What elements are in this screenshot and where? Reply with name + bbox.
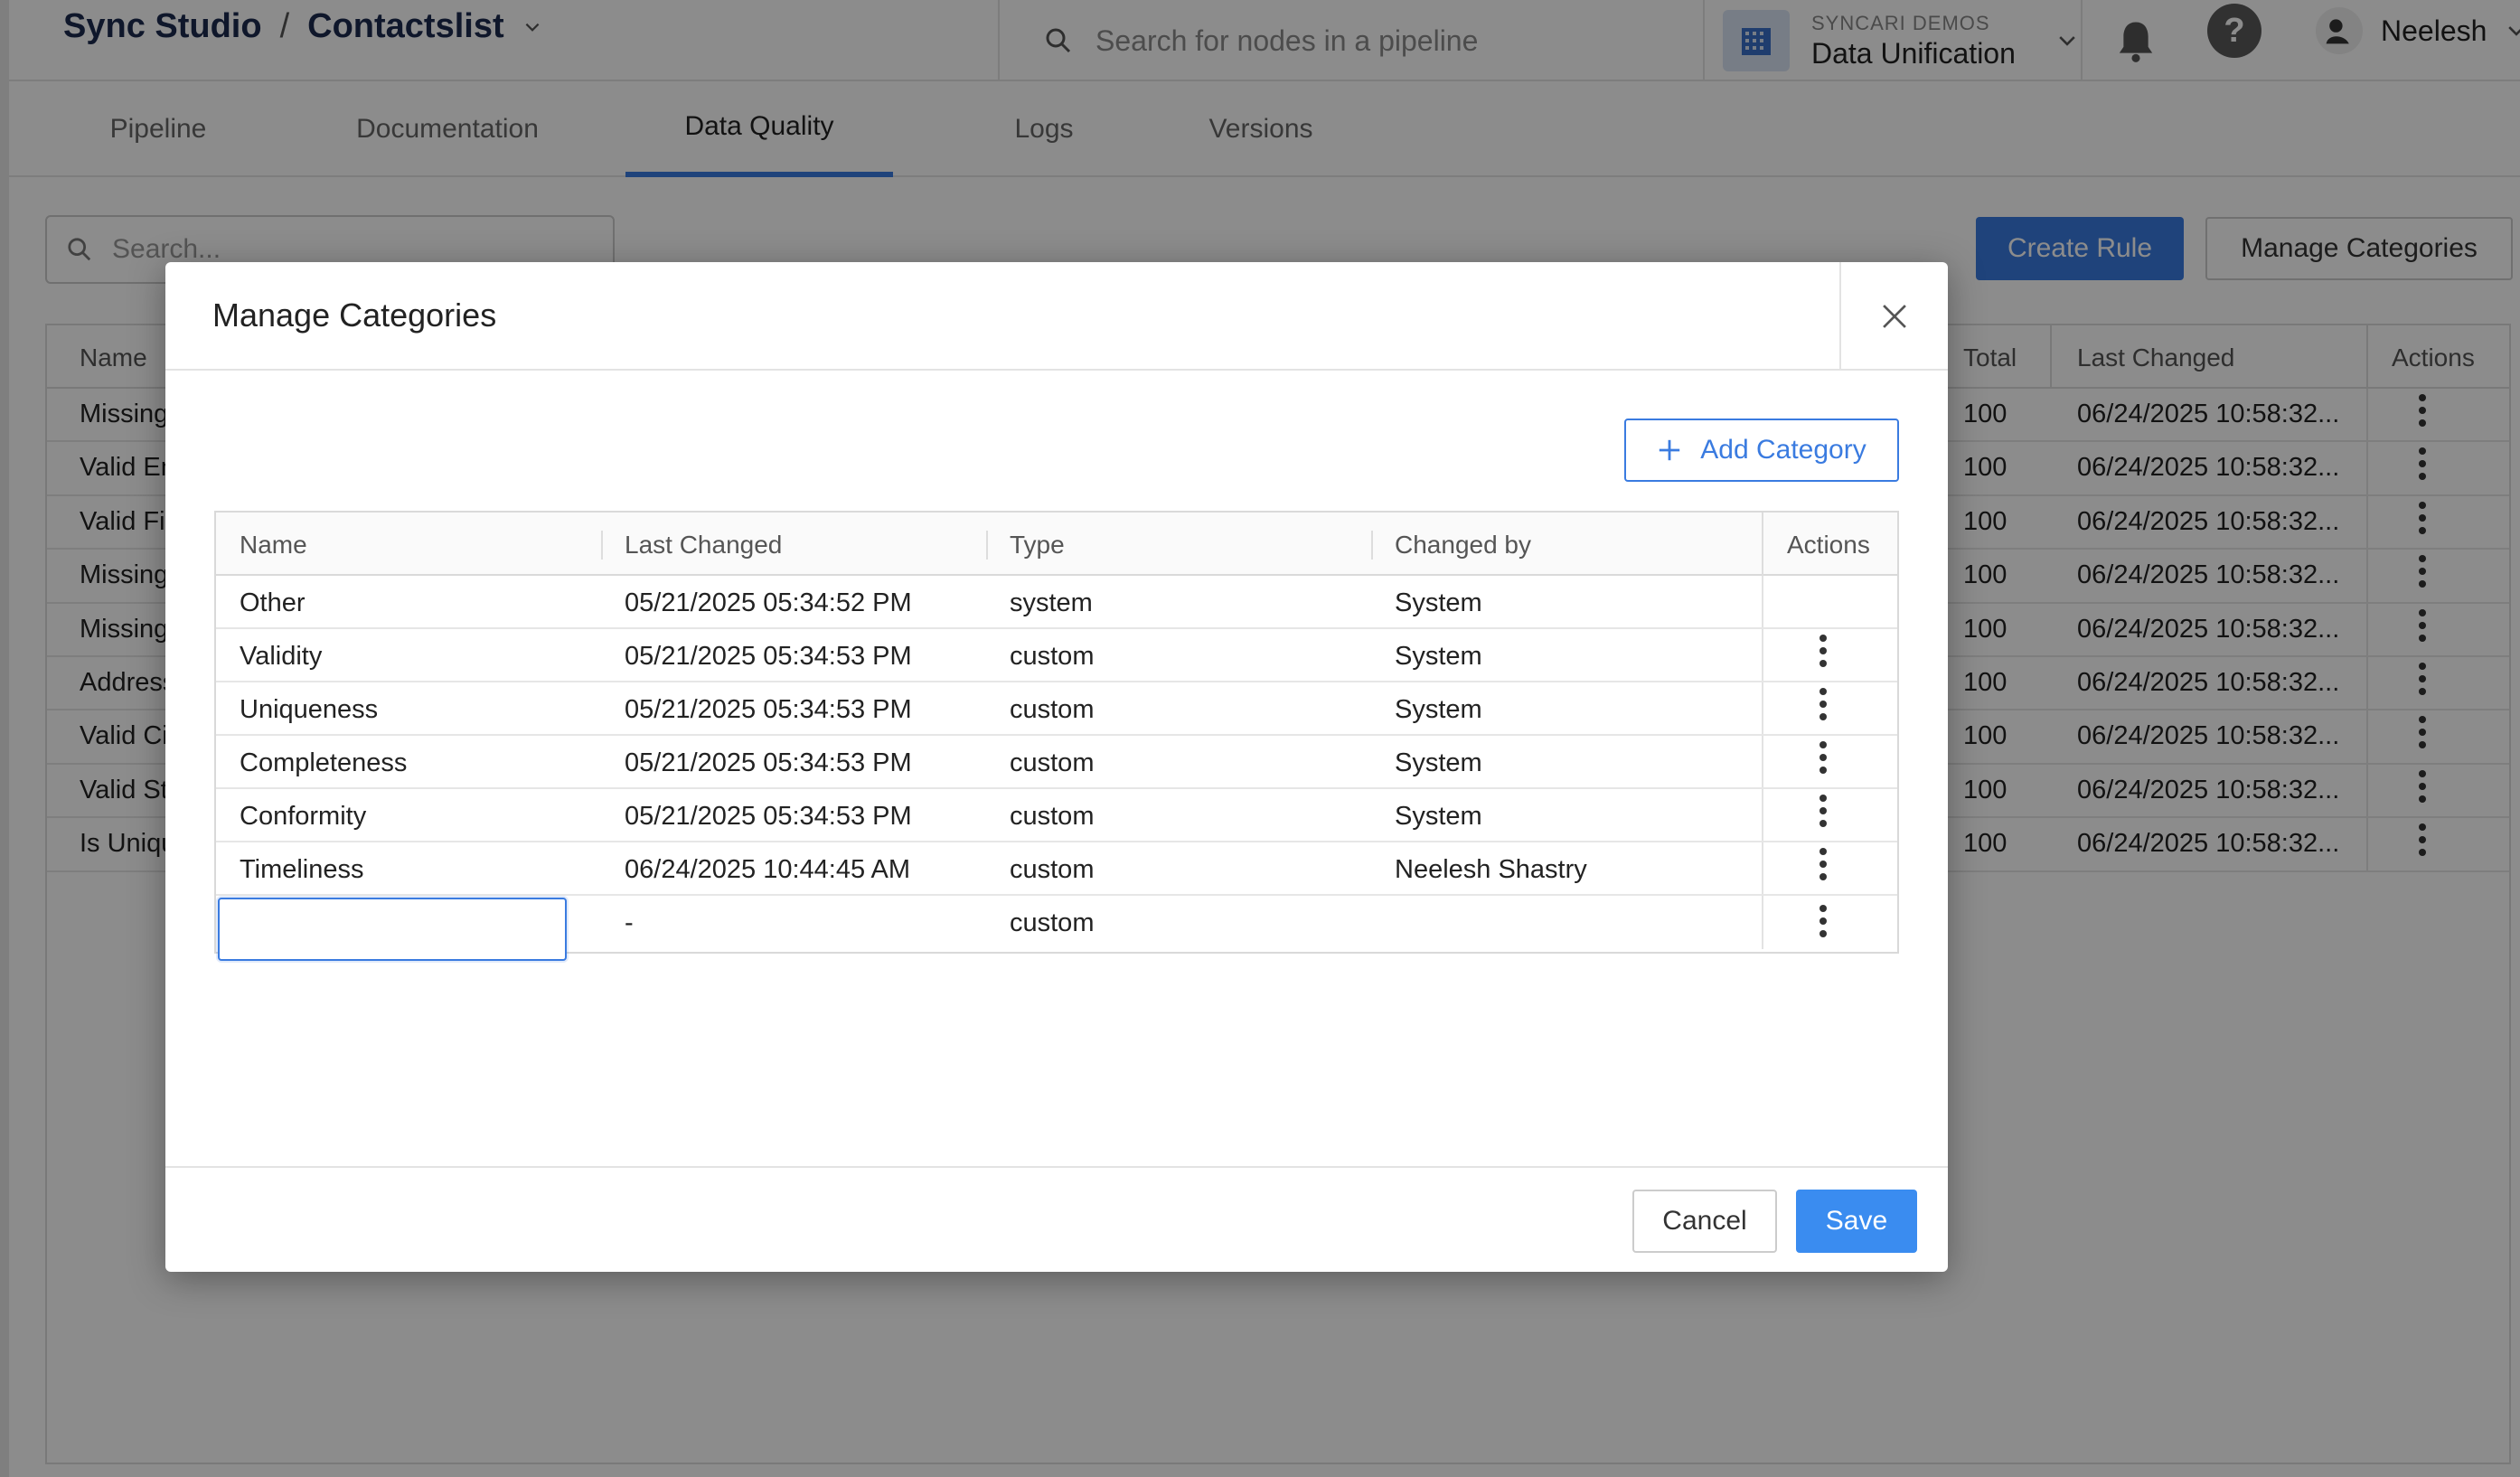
actions-cell-divider: [1762, 682, 1763, 735]
new-row-type: custom: [1010, 908, 1095, 937]
modal-footer: Cancel Save: [165, 1166, 1948, 1272]
category-row: Completeness 05/21/2025 05:34:53 PM custom…: [216, 736, 1897, 790]
category-type: custom: [1010, 748, 1095, 777]
actions-cell-divider: [1762, 896, 1763, 950]
col-divider: [1371, 531, 1373, 560]
category-row: Conformity 05/21/2025 05:34:53 PM custom Sy…: [216, 789, 1897, 843]
category-row: Timeliness 06/24/2025 10:44:45 AM custom Ne…: [216, 842, 1897, 897]
actions-cell-divider: [1762, 736, 1763, 788]
modal-title: Manage Categories: [212, 296, 497, 334]
category-changed-by: System: [1395, 588, 1482, 617]
more-vertical-icon[interactable]: [1819, 635, 1827, 667]
close-icon: [1883, 305, 1906, 328]
actions-cell-divider: [1762, 629, 1763, 682]
col-actions: Actions: [1787, 531, 1870, 559]
new-row-last-changed: -: [625, 908, 634, 937]
category-row: Uniqueness 05/21/2025 05:34:53 PM custom Sy…: [216, 682, 1897, 737]
more-vertical-icon[interactable]: [1819, 688, 1827, 720]
category-last-changed: 05/21/2025 05:34:53 PM: [625, 695, 912, 724]
category-name: Conformity: [240, 802, 367, 831]
category-type: custom: [1010, 855, 1095, 884]
col-divider: [986, 531, 988, 560]
category-type: custom: [1010, 802, 1095, 831]
category-type: custom: [1010, 695, 1095, 724]
col-type[interactable]: Type: [1010, 531, 1065, 560]
actions-cell-divider: [1762, 576, 1763, 628]
category-changed-by: Neelesh Shastry: [1395, 855, 1587, 884]
plus-icon: [1660, 439, 1680, 461]
more-vertical-icon[interactable]: [1819, 848, 1827, 880]
category-name: Timeliness: [240, 855, 364, 884]
more-vertical-icon[interactable]: [1819, 905, 1827, 937]
col-last-changed[interactable]: Last Changed: [625, 531, 782, 560]
cancel-button[interactable]: Cancel: [1632, 1190, 1777, 1253]
category-last-changed: 05/21/2025 05:34:53 PM: [625, 642, 912, 671]
category-type: custom: [1010, 642, 1095, 671]
category-last-changed: 05/21/2025 05:34:53 PM: [625, 802, 912, 831]
category-row: Validity 05/21/2025 05:34:53 PM custom Syst…: [216, 629, 1897, 683]
col-divider: [1762, 513, 1763, 576]
category-name: Uniqueness: [240, 695, 379, 724]
category-changed-by: System: [1395, 695, 1482, 724]
category-last-changed: 06/24/2025 10:44:45 AM: [625, 855, 911, 884]
col-changed-by[interactable]: Changed by: [1395, 531, 1531, 560]
more-vertical-icon[interactable]: [1819, 741, 1827, 774]
add-category-label: Add Category: [1700, 435, 1866, 465]
actions-cell-divider: [1762, 789, 1763, 842]
modal-header: Manage Categories: [165, 262, 1948, 371]
category-last-changed: 05/21/2025 05:34:53 PM: [625, 748, 912, 777]
categories-table: Name Last Changed Type Changed by Action…: [214, 511, 1899, 961]
new-category-row: - custom: [216, 896, 1897, 961]
close-button[interactable]: [1839, 262, 1948, 371]
more-vertical-icon[interactable]: [1819, 795, 1827, 827]
category-type: system: [1010, 588, 1093, 617]
actions-cell-divider: [1762, 842, 1763, 895]
add-category-button[interactable]: Add Category: [1624, 419, 1899, 482]
save-button[interactable]: Save: [1796, 1190, 1917, 1253]
category-changed-by: System: [1395, 802, 1482, 831]
category-name: Validity: [240, 642, 323, 671]
col-divider: [601, 531, 603, 560]
category-row: Other 05/21/2025 05:34:52 PM system System: [216, 576, 1897, 630]
col-name[interactable]: Name: [240, 531, 307, 560]
category-changed-by: System: [1395, 748, 1482, 777]
category-name: Other: [240, 588, 306, 617]
manage-categories-modal: Manage Categories Add Category Name Last…: [165, 262, 1948, 1272]
category-changed-by: System: [1395, 642, 1482, 671]
category-name: Completeness: [240, 748, 408, 777]
new-category-name-input[interactable]: [218, 898, 567, 961]
category-last-changed: 05/21/2025 05:34:52 PM: [625, 588, 912, 617]
categories-table-header: Name Last Changed Type Changed by Action…: [216, 513, 1897, 576]
